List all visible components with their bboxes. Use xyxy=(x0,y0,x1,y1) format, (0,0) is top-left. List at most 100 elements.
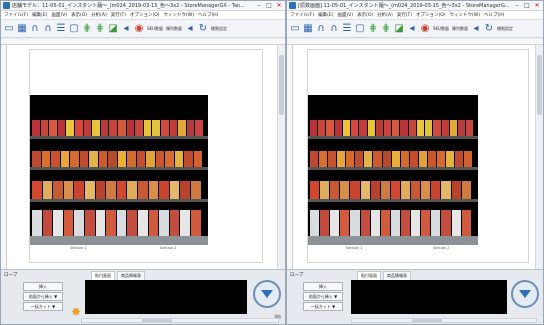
product-facing[interactable] xyxy=(116,181,127,199)
planogram-canvas[interactable]: Section 1 Section 2 xyxy=(307,49,529,263)
product-facing[interactable] xyxy=(57,120,66,136)
product-facing[interactable] xyxy=(411,181,421,199)
product-facing[interactable] xyxy=(370,181,380,199)
basket-icon[interactable]: ▢ xyxy=(355,23,365,35)
alert-icon[interactable]: ◉ xyxy=(420,23,430,35)
product-facing[interactable] xyxy=(169,210,180,236)
product-facing[interactable] xyxy=(32,120,40,136)
basket-icon[interactable]: ▢ xyxy=(69,23,79,35)
product-facing[interactable] xyxy=(79,151,88,167)
product-facing[interactable] xyxy=(32,151,41,167)
product-facing[interactable] xyxy=(159,210,169,236)
insert-from-front-button[interactable]: 前面から挿入 ▼ xyxy=(23,292,63,301)
sound-icon[interactable]: ◂ xyxy=(185,23,195,35)
product-facing[interactable] xyxy=(449,120,457,136)
product-facing[interactable] xyxy=(95,210,106,236)
product-facing[interactable] xyxy=(98,151,107,167)
product-facing[interactable] xyxy=(409,151,418,167)
maximize-button[interactable]: □ xyxy=(523,2,531,9)
product-facing[interactable] xyxy=(380,181,390,199)
product-facing[interactable] xyxy=(89,151,98,167)
product-facing[interactable] xyxy=(95,181,106,199)
product-facing[interactable] xyxy=(320,210,330,236)
menu-file[interactable]: ファイル(F) xyxy=(4,12,28,18)
menu-help[interactable]: ヘルプ(H) xyxy=(198,12,218,18)
product-facing[interactable] xyxy=(137,181,148,199)
product-facing[interactable] xyxy=(83,120,92,136)
product-facing[interactable] xyxy=(174,151,183,167)
layout-icon[interactable]: ◪ xyxy=(108,23,118,35)
product-facing[interactable] xyxy=(431,181,441,199)
product-facing[interactable] xyxy=(42,181,53,199)
product-facing[interactable] xyxy=(373,151,382,167)
snap-icon[interactable]: ⋕ xyxy=(368,23,378,35)
product-facing[interactable] xyxy=(431,210,441,236)
close-button[interactable]: ✕ xyxy=(275,2,283,9)
rack-icon[interactable]: ☰ xyxy=(56,23,66,35)
product-facing[interactable] xyxy=(392,120,400,136)
product-facing[interactable] xyxy=(51,151,60,167)
product-facing[interactable] xyxy=(193,151,202,167)
product-facing[interactable] xyxy=(143,120,152,136)
product-facing[interactable] xyxy=(427,151,436,167)
planogram-settings-label[interactable]: 棚割設定 xyxy=(497,26,513,32)
product-facing[interactable] xyxy=(455,151,464,167)
product-facing[interactable] xyxy=(74,181,84,199)
product-facing[interactable] xyxy=(32,210,42,236)
product-facing[interactable] xyxy=(63,210,74,236)
product-facing[interactable] xyxy=(464,151,473,167)
product-facing[interactable] xyxy=(190,210,201,236)
product-facing[interactable] xyxy=(351,120,359,136)
product-facing[interactable] xyxy=(350,181,360,199)
vertical-scrollbar[interactable] xyxy=(535,45,543,269)
product-facing[interactable] xyxy=(441,210,451,236)
product-facing[interactable] xyxy=(451,210,461,236)
product-facing[interactable] xyxy=(337,151,346,167)
product-facing[interactable] xyxy=(63,181,74,199)
product-facing[interactable] xyxy=(466,120,474,136)
product-facing[interactable] xyxy=(359,120,367,136)
scroll-thumb[interactable] xyxy=(279,55,284,115)
product-facing[interactable] xyxy=(400,120,408,136)
product-facing[interactable] xyxy=(84,210,95,236)
horizontal-scrollbar[interactable] xyxy=(351,318,537,323)
menu-analysis[interactable]: 分析(A) xyxy=(91,12,107,18)
product-facing[interactable] xyxy=(60,151,69,167)
product-facing[interactable] xyxy=(117,151,126,167)
product-facing[interactable] xyxy=(408,120,416,136)
product-facing[interactable] xyxy=(375,120,383,136)
product-facing[interactable] xyxy=(441,181,451,199)
product-facing[interactable] xyxy=(433,120,441,136)
product-facing[interactable] xyxy=(400,210,411,236)
product-facing[interactable] xyxy=(400,151,409,167)
product-facing[interactable] xyxy=(436,151,445,167)
product-facing[interactable] xyxy=(40,120,49,136)
minimize-button[interactable]: – xyxy=(255,2,263,9)
refresh-icon[interactable]: ↻ xyxy=(198,23,208,35)
vertical-scrollbar[interactable] xyxy=(277,45,285,269)
product-facing[interactable] xyxy=(441,120,449,136)
product-facing[interactable] xyxy=(346,151,355,167)
product-facing[interactable] xyxy=(334,120,342,136)
product-facing[interactable] xyxy=(319,151,328,167)
shelf-icon[interactable]: ∩ xyxy=(30,23,40,35)
product-facing[interactable] xyxy=(421,181,431,199)
product-facing[interactable] xyxy=(421,210,431,236)
product-facing[interactable] xyxy=(116,210,127,236)
menu-file[interactable]: ファイル(F) xyxy=(290,12,314,18)
product-facing[interactable] xyxy=(148,210,159,236)
product-facing[interactable] xyxy=(106,181,116,199)
product-facing[interactable] xyxy=(32,181,42,199)
product-facing[interactable] xyxy=(364,151,373,167)
product-facing[interactable] xyxy=(310,120,318,136)
product-facing[interactable] xyxy=(310,210,320,236)
link-icon[interactable]: ◂ xyxy=(407,23,417,35)
product-facing[interactable] xyxy=(360,181,370,199)
insert-from-front-button[interactable]: 前面から挿入 ▼ xyxy=(303,292,343,301)
scroll-thumb[interactable] xyxy=(412,319,442,322)
product-facing[interactable] xyxy=(400,181,411,199)
product-facing[interactable] xyxy=(178,120,186,136)
grid-icon[interactable]: ▦ xyxy=(303,23,313,35)
product-facing[interactable] xyxy=(340,181,350,199)
product-facing[interactable] xyxy=(330,210,340,236)
